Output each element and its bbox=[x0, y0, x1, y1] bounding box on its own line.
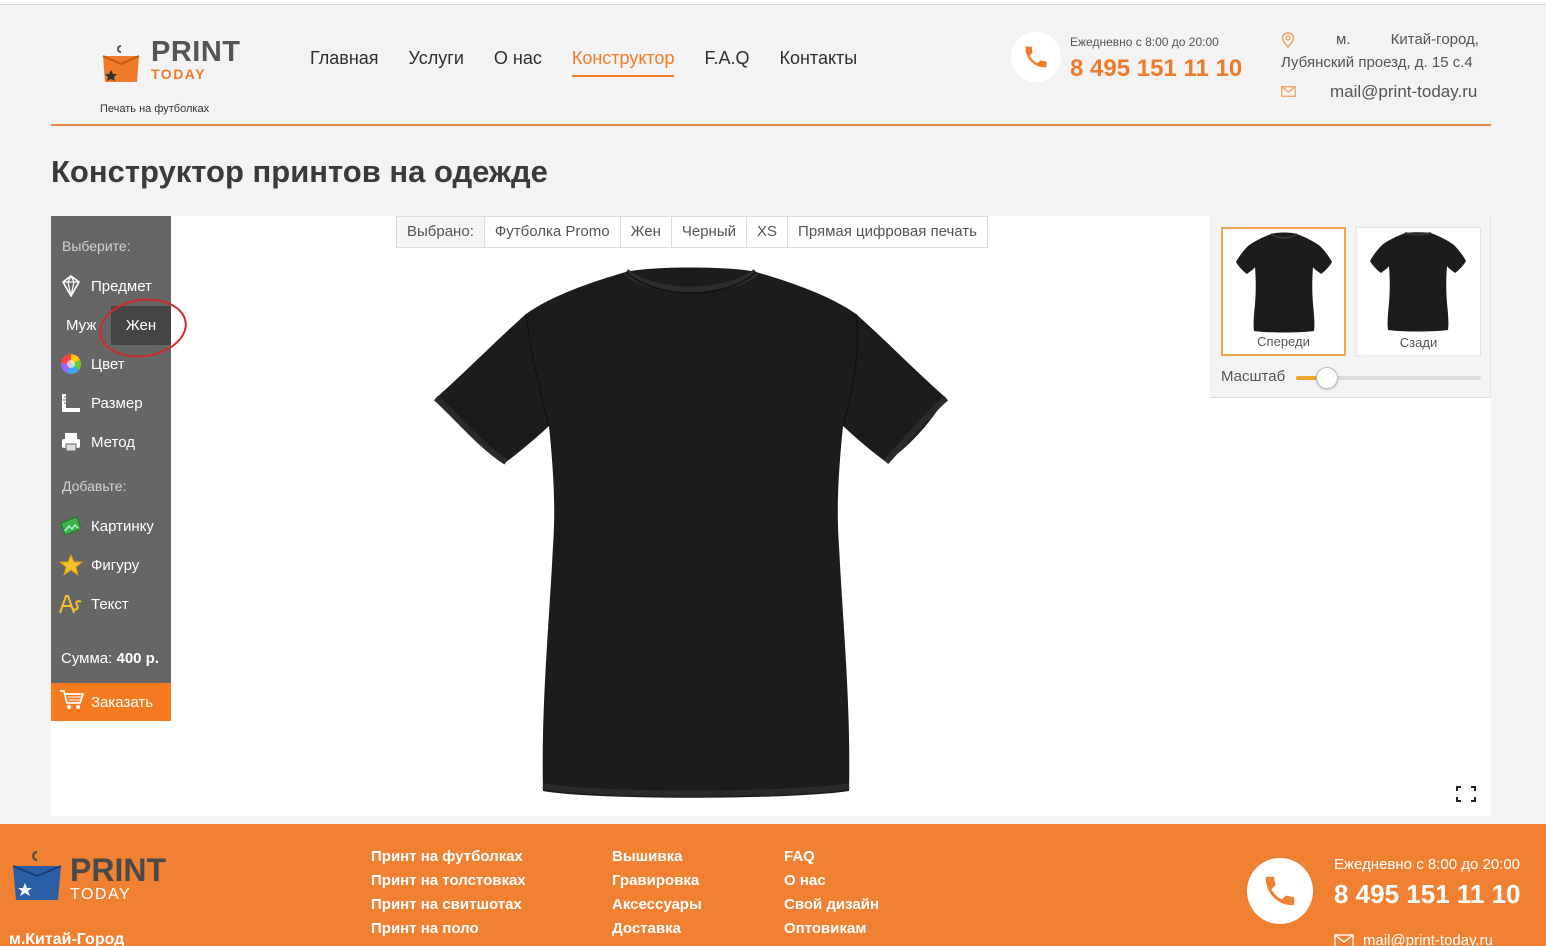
site-footer: PRINT TODAY м.Китай-Город Принт на футбо… bbox=[0, 824, 1546, 946]
color-wheel-icon bbox=[59, 352, 83, 376]
tshirt-front-thumbnail bbox=[1236, 232, 1332, 333]
shopping-bag-logo-icon bbox=[102, 45, 140, 82]
scale-slider[interactable] bbox=[1296, 367, 1481, 389]
selection-gender: Жен bbox=[621, 217, 672, 247]
order-button-label: Заказать bbox=[91, 693, 154, 711]
phone-icon bbox=[1011, 32, 1061, 82]
nav-services[interactable]: Услуги bbox=[409, 48, 464, 77]
sidebar-item-label: Размер bbox=[91, 394, 143, 412]
sum-label: Сумма: bbox=[61, 650, 113, 667]
diamond-icon bbox=[59, 274, 83, 298]
view-switcher-panel: Спереди Сзади Масштаб bbox=[1210, 216, 1491, 398]
footer-logo-today: TODAY bbox=[70, 886, 132, 903]
logo-tagline: Печать на футболках bbox=[100, 103, 210, 115]
text-icon bbox=[59, 592, 83, 616]
header-address-line2: Лубянский проезд, д. 15 с.4 bbox=[1281, 54, 1473, 71]
sidebar-item-method[interactable]: Метод bbox=[59, 427, 135, 457]
footer-metro: м.Китай-Город bbox=[9, 931, 125, 946]
constructor-sidebar: Выберите: Предмет Муж Жен Цвет Размер Ме… bbox=[51, 216, 171, 721]
footer-link[interactable]: Оптовикам bbox=[784, 920, 879, 944]
footer-links-info: FAQ О нас Свой дизайн Оптовикам bbox=[784, 848, 879, 944]
star-icon bbox=[59, 553, 83, 577]
printer-icon bbox=[59, 430, 83, 454]
footer-link[interactable]: Аксессуары bbox=[612, 896, 702, 920]
tshirt-back-thumbnail bbox=[1370, 232, 1466, 332]
order-button[interactable]: Заказать bbox=[51, 683, 171, 721]
page-title: Конструктор принтов на одежде bbox=[51, 154, 548, 189]
footer-email[interactable]: mail@print-today.ru bbox=[1363, 932, 1493, 946]
ruler-icon bbox=[59, 391, 83, 415]
footer-link[interactable]: Принт на поло bbox=[371, 920, 526, 944]
view-back-card[interactable]: Сзади bbox=[1356, 227, 1481, 356]
view-front-card[interactable]: Спереди bbox=[1221, 227, 1346, 356]
gender-male-option[interactable]: Муж bbox=[66, 317, 96, 334]
sum-value: 400 р. bbox=[116, 650, 160, 667]
footer-link[interactable]: Свой дизайн bbox=[784, 896, 879, 920]
phone-icon bbox=[1247, 858, 1313, 924]
sidebar-item-label: Картинку bbox=[91, 517, 154, 535]
footer-link[interactable]: Принт на толстовках bbox=[371, 872, 526, 896]
site-header: PRINT TODAY Печать на футболках Главная … bbox=[51, 20, 1491, 126]
header-email[interactable]: mail@print-today.ru bbox=[1330, 82, 1477, 102]
nav-constructor[interactable]: Конструктор bbox=[571, 48, 675, 77]
sidebar-item-text[interactable]: Текст bbox=[59, 589, 129, 619]
constructor-workspace: Выберите: Предмет Муж Жен Цвет Размер Ме… bbox=[51, 216, 1491, 816]
sidebar-item-label: Цвет bbox=[91, 355, 125, 373]
add-heading: Добавьте: bbox=[62, 478, 127, 494]
footer-link[interactable]: Вышивка bbox=[612, 848, 702, 872]
selection-size: XS bbox=[747, 217, 789, 247]
footer-link[interactable]: Доставка bbox=[612, 920, 702, 944]
footer-link[interactable]: Принт на свитшотах bbox=[371, 896, 526, 920]
footer-link[interactable]: Принт на футболках bbox=[371, 848, 526, 872]
footer-link[interactable]: Гравировка bbox=[612, 872, 702, 896]
footer-hours: Ежедневно с 8:00 до 20:00 bbox=[1334, 856, 1521, 873]
sidebar-item-label: Фигуру bbox=[91, 556, 140, 574]
header-hours: Ежедневно с 8:00 до 20:00 bbox=[1070, 35, 1219, 49]
main-nav: Главная Услуги О нас Конструктор F.A.Q К… bbox=[310, 48, 887, 77]
sidebar-item-label: Метод bbox=[91, 433, 135, 451]
logo-today-text: TODAY bbox=[151, 66, 206, 82]
picture-icon bbox=[59, 514, 83, 538]
selection-color: Черный bbox=[672, 217, 748, 247]
scale-label: Масштаб bbox=[1221, 368, 1286, 385]
sidebar-item-shape[interactable]: Фигуру bbox=[59, 550, 139, 580]
mail-icon bbox=[1334, 934, 1354, 946]
selection-summary: Выбрано: Футболка Promo Жен Черный XS Пр… bbox=[396, 216, 988, 248]
nav-home[interactable]: Главная bbox=[310, 48, 379, 77]
sidebar-item-label: Текст bbox=[91, 595, 129, 613]
sidebar-item-color[interactable]: Цвет bbox=[59, 349, 125, 379]
sidebar-item-product[interactable]: Предмет bbox=[59, 271, 152, 301]
nav-faq[interactable]: F.A.Q bbox=[704, 48, 749, 77]
footer-link[interactable]: FAQ bbox=[784, 848, 879, 872]
footer-phone[interactable]: 8 495 151 11 10 bbox=[1334, 879, 1521, 910]
shopping-bag-logo-icon bbox=[12, 851, 62, 900]
sidebar-item-picture[interactable]: Картинку bbox=[59, 511, 154, 541]
selection-method: Прямая цифровая печать bbox=[798, 223, 977, 240]
choose-heading: Выберите: bbox=[62, 238, 131, 254]
selection-product: Футболка Promo bbox=[485, 217, 621, 247]
sidebar-item-size[interactable]: Размер bbox=[59, 388, 143, 418]
cart-icon bbox=[59, 689, 85, 715]
view-front-label: Спереди bbox=[1257, 334, 1310, 349]
site-logo[interactable]: PRINT TODAY Печать на футболках bbox=[99, 30, 249, 115]
footer-logo-print: PRINT bbox=[70, 852, 166, 888]
fullscreen-icon[interactable] bbox=[1455, 785, 1477, 803]
logo-print-text: PRINT bbox=[151, 36, 241, 68]
order-sum: Сумма: 400 р. bbox=[61, 650, 159, 667]
footer-links-services: Вышивка Гравировка Аксессуары Доставка bbox=[612, 848, 702, 944]
scale-slider-handle[interactable] bbox=[1316, 367, 1339, 389]
footer-links-print: Принт на футболках Принт на толстовках П… bbox=[371, 848, 526, 944]
mail-icon bbox=[1281, 86, 1296, 97]
header-phone[interactable]: 8 495 151 11 10 bbox=[1070, 55, 1242, 83]
sidebar-item-label: Предмет bbox=[91, 277, 152, 295]
nav-contacts[interactable]: Контакты bbox=[779, 48, 857, 77]
view-back-label: Сзади bbox=[1399, 335, 1438, 350]
location-pin-icon bbox=[1281, 32, 1295, 48]
nav-about[interactable]: О нас bbox=[494, 48, 542, 77]
footer-link[interactable]: О нас bbox=[784, 872, 879, 896]
tshirt-preview[interactable] bbox=[431, 266, 951, 801]
browser-top-border bbox=[0, 0, 1546, 5]
selection-label: Выбрано: bbox=[397, 217, 485, 247]
header-address-line1: м. Китай-город, bbox=[1336, 31, 1479, 48]
